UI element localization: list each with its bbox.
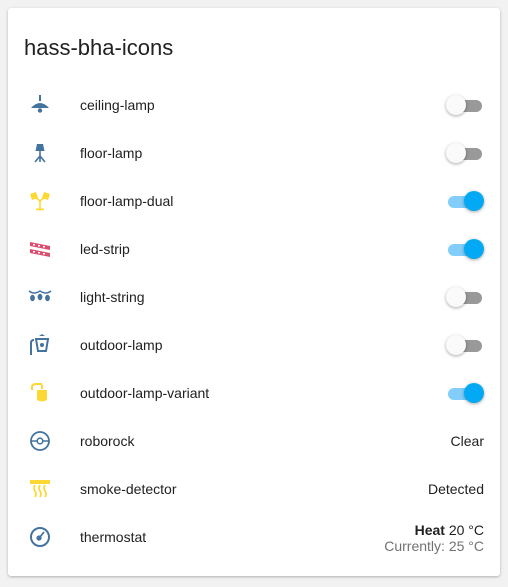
- card-title: hass-bha-icons: [24, 35, 174, 60]
- entity-name: smoke-detector: [80, 481, 177, 497]
- entity-row-ceiling-lamp[interactable]: ceiling-lamp: [8, 81, 500, 129]
- outdoor-lamp-variant-icon[interactable]: [28, 381, 52, 405]
- floor-lamp-toggle[interactable]: [446, 143, 484, 163]
- entity-row-roborock[interactable]: roborock Clear: [8, 417, 500, 465]
- smoke-detector-state: Detected: [427, 481, 484, 497]
- roborock-state: Clear: [450, 433, 484, 449]
- entity-name: light-string: [80, 289, 145, 305]
- entity-row-thermostat[interactable]: thermostat Heat 20 °C Currently: 25 °C: [8, 513, 500, 561]
- outdoor-lamp-toggle[interactable]: [446, 335, 484, 355]
- light-string-toggle[interactable]: [446, 287, 484, 307]
- toggle-knob: [464, 383, 484, 403]
- ceiling-lamp-toggle[interactable]: [446, 95, 484, 115]
- ceiling-lamp-icon[interactable]: [28, 93, 52, 117]
- entity-name: roborock: [80, 433, 135, 449]
- roborock-icon[interactable]: [28, 429, 52, 453]
- entity-row-outdoor-lamp-variant[interactable]: outdoor-lamp-variant: [8, 369, 500, 417]
- toggle-knob: [446, 335, 466, 355]
- entity-row-outdoor-lamp[interactable]: outdoor-lamp: [8, 321, 500, 369]
- floor-lamp-icon[interactable]: [28, 141, 52, 165]
- toggle-knob: [446, 95, 466, 115]
- entity-name: outdoor-lamp-variant: [80, 385, 210, 401]
- entity-name: outdoor-lamp: [80, 337, 163, 353]
- thermostat-mode: Heat: [414, 522, 445, 538]
- entity-name: led-strip: [80, 241, 130, 257]
- outdoor-lamp-variant-toggle[interactable]: [446, 383, 484, 403]
- entity-row-led-strip[interactable]: led-strip: [8, 225, 500, 273]
- thermostat-target: Heat 20 °C: [384, 522, 484, 538]
- thermostat-target-temp: 20 °C: [448, 522, 484, 538]
- outdoor-lamp-icon[interactable]: [28, 333, 52, 357]
- light-string-icon[interactable]: [28, 285, 52, 309]
- entity-name: ceiling-lamp: [80, 97, 155, 113]
- toggle-knob: [464, 191, 484, 211]
- led-strip-toggle[interactable]: [446, 239, 484, 259]
- entity-row-smoke-detector[interactable]: smoke-detector Detected: [8, 465, 500, 513]
- entity-name: floor-lamp: [80, 145, 143, 161]
- thermostat-current-temp: Currently: 25 °C: [384, 538, 484, 554]
- entity-name: floor-lamp-dual: [80, 193, 174, 209]
- toggle-knob: [464, 239, 484, 259]
- entities-card: hass-bha-icons ceiling-lamp floor-lamp f…: [8, 8, 500, 576]
- floor-lamp-dual-toggle[interactable]: [446, 191, 484, 211]
- toggle-knob: [446, 143, 466, 163]
- entity-name: thermostat: [80, 529, 147, 545]
- smoke-detector-icon[interactable]: [28, 477, 52, 501]
- led-strip-icon[interactable]: [28, 237, 52, 261]
- entity-row-floor-lamp[interactable]: floor-lamp: [8, 129, 500, 177]
- entity-row-light-string[interactable]: light-string: [8, 273, 500, 321]
- toggle-knob: [446, 287, 466, 307]
- thermostat-state: Heat 20 °C Currently: 25 °C: [384, 522, 484, 554]
- entity-row-floor-lamp-dual[interactable]: floor-lamp-dual: [8, 177, 500, 225]
- thermostat-icon[interactable]: [28, 525, 52, 549]
- floor-lamp-dual-icon[interactable]: [28, 189, 52, 213]
